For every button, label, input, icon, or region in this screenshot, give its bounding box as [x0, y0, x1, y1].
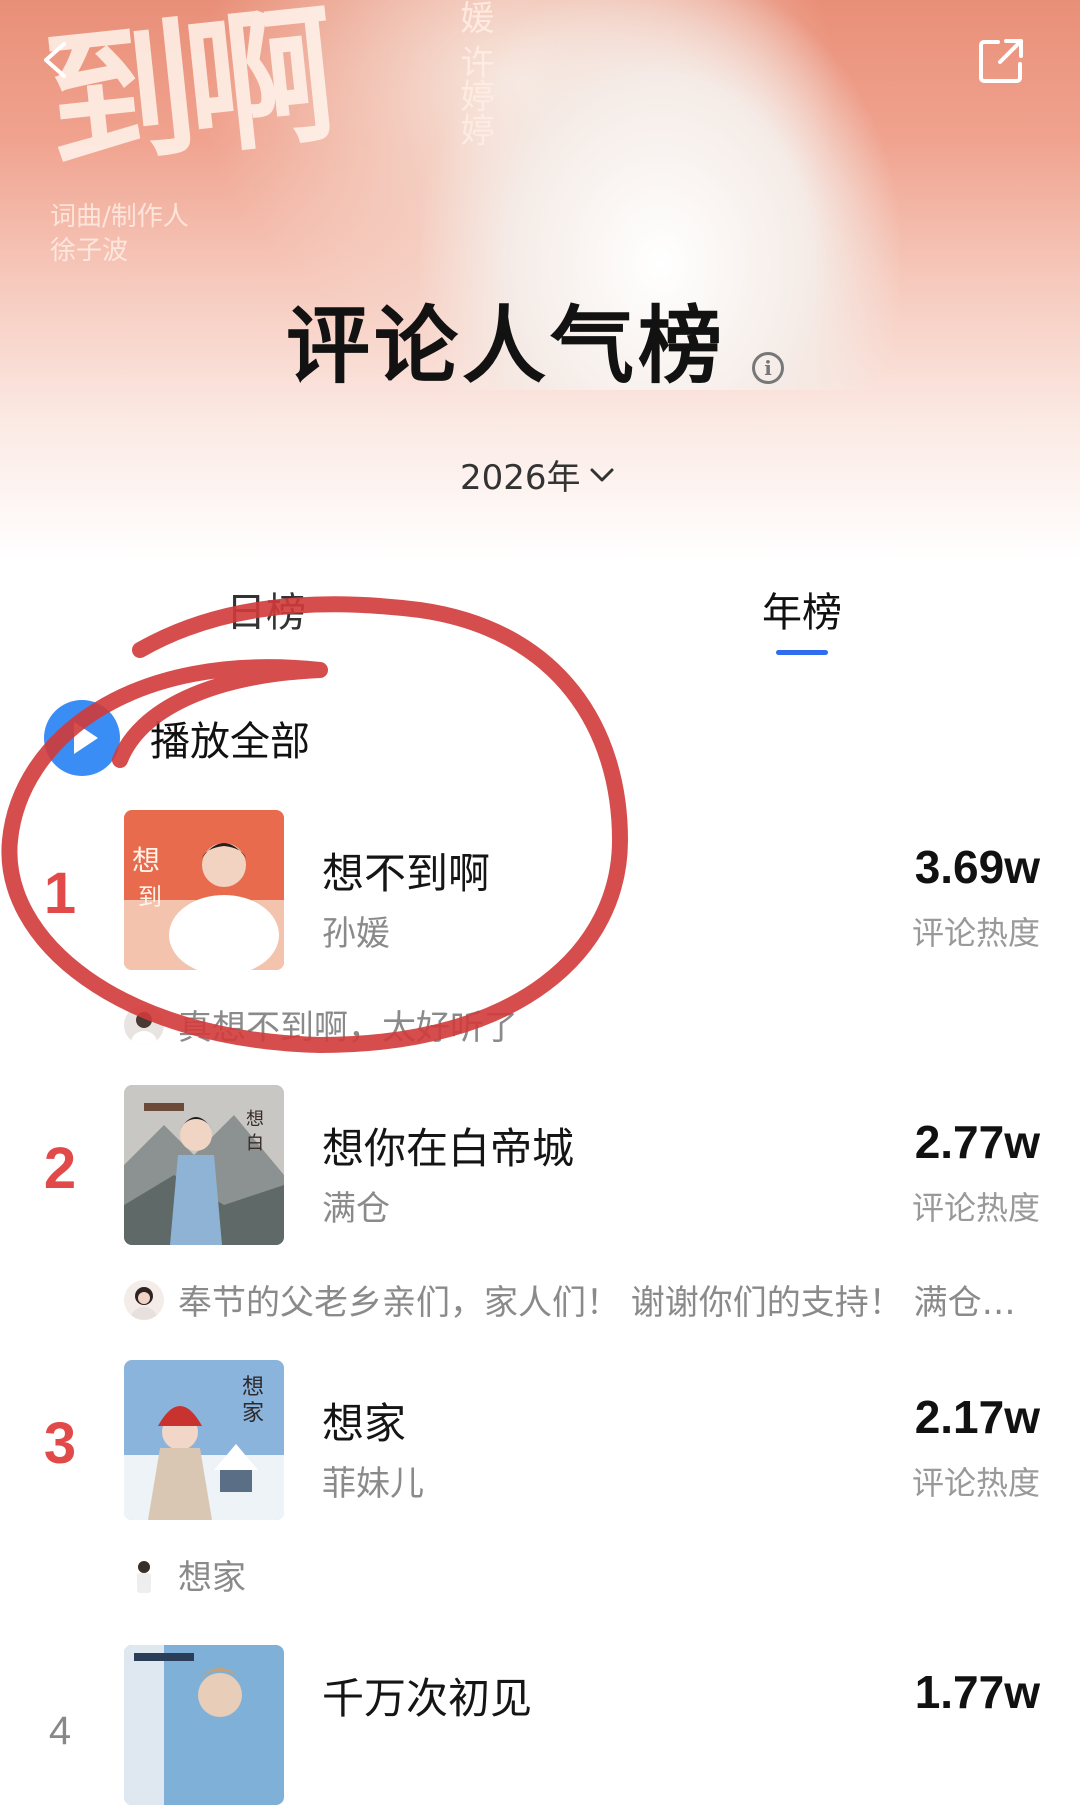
cover-art-3: 想 家 [124, 1360, 284, 1520]
play-all-label: 播放全部 [150, 719, 310, 765]
song-title: 想你在白帝城 [322, 1124, 575, 1173]
song-artist: 孙媛 [322, 914, 390, 954]
song-cover[interactable] [124, 1645, 284, 1805]
svg-text:到: 到 [138, 883, 162, 911]
hot-score-label: 评论热度 [911, 1189, 1040, 1227]
svg-text:想: 想 [242, 1375, 264, 1400]
cover-art-1: 想 到 [124, 810, 284, 970]
comment-text: 真想不到啊，太好听了 [178, 1008, 518, 1048]
hero-credit-line2: 徐子波 [50, 236, 129, 266]
comment-text: 奉节的父老乡亲们，家人们！ 谢谢你们的支持！ 满仓… [178, 1283, 1016, 1323]
back-button[interactable] [36, 40, 76, 80]
song-row[interactable]: 1 想 到 想不到啊 孙媛 3.69w 评论热度 真想不到啊，太好听了 [0, 810, 1080, 1070]
avatar [124, 1554, 164, 1595]
rank-number: 1 [43, 861, 77, 926]
comment-text: 想家 [178, 1558, 246, 1598]
song-row[interactable]: 2 想 白 想你在白帝城 满仓 2.77w 评论热度 奉节的父老乡亲们，家人们！… [0, 1085, 1080, 1345]
rank-number: 2 [43, 1136, 77, 1201]
hot-score: 3.69w [914, 841, 1040, 893]
tab-yearly[interactable]: 年榜 [762, 580, 842, 638]
hero-vertical-text: 媛 许婷婷 [454, 0, 494, 147]
page-title: 评论人气榜 [286, 297, 727, 395]
share-button[interactable] [976, 36, 1026, 86]
hero-credit-line1: 词曲/制作人 [50, 202, 189, 232]
hot-comment[interactable]: 奉节的父老乡亲们，家人们！ 谢谢你们的支持！ 满仓… [124, 1275, 1016, 1324]
year-dropdown[interactable]: 2026年 [460, 450, 615, 499]
song-artist: 菲妹儿 [322, 1464, 424, 1504]
svg-text:白: 白 [246, 1133, 264, 1154]
rank-number: 3 [43, 1411, 77, 1476]
song-title: 千万次初见 [322, 1674, 533, 1723]
hot-score-label: 评论热度 [911, 914, 1040, 952]
song-cover[interactable]: 想 到 [124, 810, 284, 970]
avatar [124, 1279, 164, 1320]
hot-score: 1.77w [914, 1666, 1040, 1718]
hot-score: 2.77w [914, 1116, 1040, 1168]
hot-comment[interactable]: 真想不到啊，太好听了 [124, 1000, 518, 1049]
info-icon[interactable]: i [752, 352, 784, 384]
cover-art-4 [124, 1645, 284, 1805]
tab-daily[interactable]: 日榜 [226, 580, 306, 638]
hot-comment[interactable]: 想家 [124, 1550, 246, 1599]
song-row[interactable]: 3 想 家 想家 菲妹儿 2.17w 评论热度 想家 [0, 1360, 1080, 1620]
share-icon [979, 39, 1023, 83]
avatar [124, 1004, 164, 1045]
svg-text:想: 想 [246, 1109, 264, 1130]
hot-score: 2.17w [914, 1391, 1040, 1443]
chart-tabs: 日榜 年榜 [0, 580, 1080, 660]
song-row[interactable]: 4 千万次初见 1.77w [0, 1635, 1080, 1805]
song-title: 想家 [322, 1399, 407, 1448]
play-all-button[interactable]: 播放全部 [44, 700, 310, 776]
hero-credit: 词曲/制作人 徐子波 [50, 200, 189, 268]
play-icon [44, 700, 120, 776]
svg-text:家: 家 [242, 1401, 264, 1426]
rank-number: 4 [48, 1709, 72, 1753]
song-cover[interactable]: 想 家 [124, 1360, 284, 1520]
chevron-left-icon [44, 42, 66, 78]
year-label: 2026年 [460, 458, 581, 498]
song-title: 想不到啊 [322, 849, 491, 898]
svg-text:想: 想 [132, 844, 160, 877]
chevron-down-icon [590, 468, 614, 481]
active-tab-indicator [776, 650, 828, 655]
song-cover[interactable]: 想 白 [124, 1085, 284, 1245]
cover-art-2: 想 白 [124, 1085, 284, 1245]
hot-score-label: 评论热度 [911, 1464, 1040, 1502]
song-artist: 满仓 [322, 1189, 390, 1229]
